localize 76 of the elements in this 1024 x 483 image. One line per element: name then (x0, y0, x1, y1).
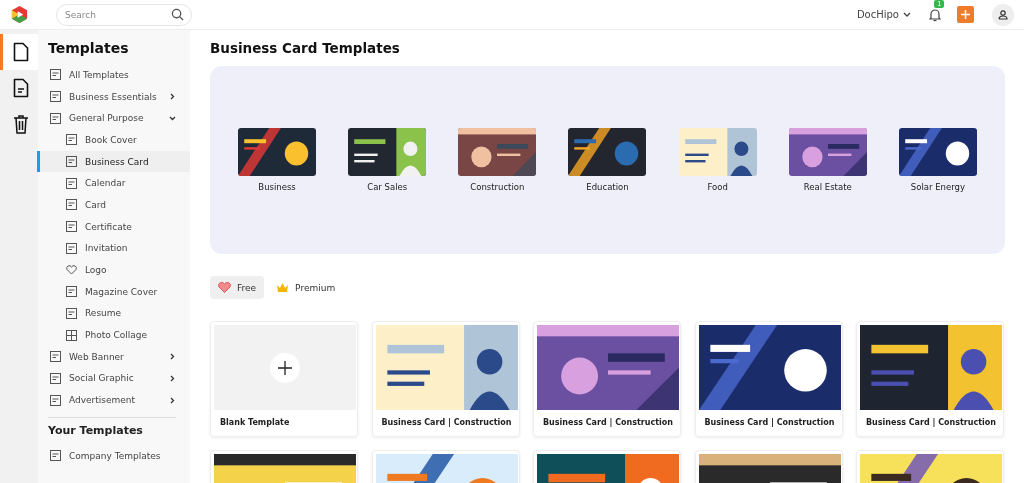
template-name: Business Card | Construction (381, 418, 513, 427)
category-icon (50, 69, 61, 81)
category-icon (66, 307, 77, 319)
search-field[interactable]: Search (56, 3, 192, 26)
sidebar-subitem[interactable]: Business Card (37, 150, 190, 173)
template-name: Business Card | Construction (704, 418, 836, 427)
template-card[interactable]: Business Card | Construction (533, 321, 681, 437)
category-icon (66, 177, 77, 189)
category-label[interactable]: Construction (470, 182, 525, 192)
chevron-down-icon (903, 11, 911, 18)
category-label[interactable]: Real Estate (803, 182, 852, 192)
document-lines-icon (12, 78, 29, 98)
filter-tab[interactable]: Free (210, 276, 265, 299)
bell-icon[interactable] (929, 7, 941, 22)
chevron-right-icon (169, 374, 176, 382)
search-icon[interactable] (171, 8, 184, 21)
sidebar-item[interactable]: General Purpose (37, 107, 190, 130)
filter-tab[interactable]: Premium (268, 276, 344, 299)
sidebar-item[interactable]: Business Essentials (37, 85, 190, 108)
sidebar-item[interactable]: Advertisement (37, 389, 190, 411)
heart-icon (66, 265, 77, 276)
category-icon (66, 221, 77, 233)
sidebar-item[interactable]: Web Banner (37, 345, 190, 368)
heart-icon (218, 282, 231, 293)
page-title: Business Card Templates (210, 40, 401, 56)
document-icon (12, 42, 29, 62)
category-icon (50, 450, 61, 462)
plus-icon[interactable] (270, 352, 300, 383)
template-name: Business Card | Construction (543, 418, 674, 427)
template-name: Business Card | Construction (866, 418, 997, 427)
sidebar-subitem[interactable]: Resume (37, 302, 190, 325)
category-icon (50, 112, 61, 124)
template-card[interactable]: Business Card | Construction (856, 321, 1004, 437)
grid-icon (66, 329, 77, 341)
category-label[interactable]: Business (258, 182, 296, 192)
sidebar-title: Templates (48, 40, 130, 56)
sidebar-subitem[interactable]: Logo (37, 259, 190, 281)
chevron-right-icon (169, 396, 176, 404)
category-icon (50, 394, 61, 406)
category-label[interactable]: Education (586, 182, 629, 192)
template-card[interactable]: Business Card | Construction (694, 321, 843, 437)
template-card[interactable]: Blank Template (210, 321, 358, 437)
account-menu[interactable]: DocHipo (856, 9, 911, 20)
sidebar-subitem[interactable]: Invitation (37, 237, 190, 260)
chevron-right-icon (169, 93, 176, 101)
category-icon (66, 242, 77, 254)
category-icon (66, 286, 77, 298)
sidebar-subitem[interactable]: Book Cover (37, 129, 190, 151)
sidebar-subitem[interactable]: Magazine Cover (37, 280, 190, 303)
sidebar-subitem[interactable]: Calendar (37, 172, 190, 195)
sidebar-subitem[interactable]: Certificate (37, 215, 190, 238)
user-icon[interactable] (992, 3, 1014, 26)
template-card[interactable]: Business Card | Construction (371, 321, 520, 437)
chevron-down-icon (169, 114, 176, 122)
rail-tab[interactable] (0, 34, 38, 70)
category-icon (66, 134, 77, 146)
category-icon (66, 156, 77, 168)
category-icon (66, 199, 77, 211)
plus-button[interactable] (957, 6, 974, 23)
chevron-right-icon (169, 353, 176, 361)
section-title: Your Templates (48, 424, 144, 437)
category-label[interactable]: Car Sales (367, 182, 408, 192)
category-label[interactable]: Food (707, 182, 728, 192)
category-icon (50, 91, 61, 103)
logo-icon[interactable] (10, 5, 29, 24)
crown-icon (276, 282, 290, 293)
sidebar-subitem[interactable]: Card (37, 194, 190, 216)
category-icon (50, 372, 61, 384)
category-label[interactable]: Solar Energy (910, 182, 965, 192)
sidebar-item[interactable]: Social Graphic (37, 367, 190, 390)
category-icon (50, 351, 61, 363)
sidebar-subitem[interactable]: Photo Collage (37, 324, 190, 346)
sidebar-item[interactable]: All Templates (37, 64, 190, 86)
template-name: Blank Template (220, 418, 291, 427)
trash-icon (12, 114, 29, 134)
sidebar-item[interactable]: Company Templates (37, 445, 190, 467)
